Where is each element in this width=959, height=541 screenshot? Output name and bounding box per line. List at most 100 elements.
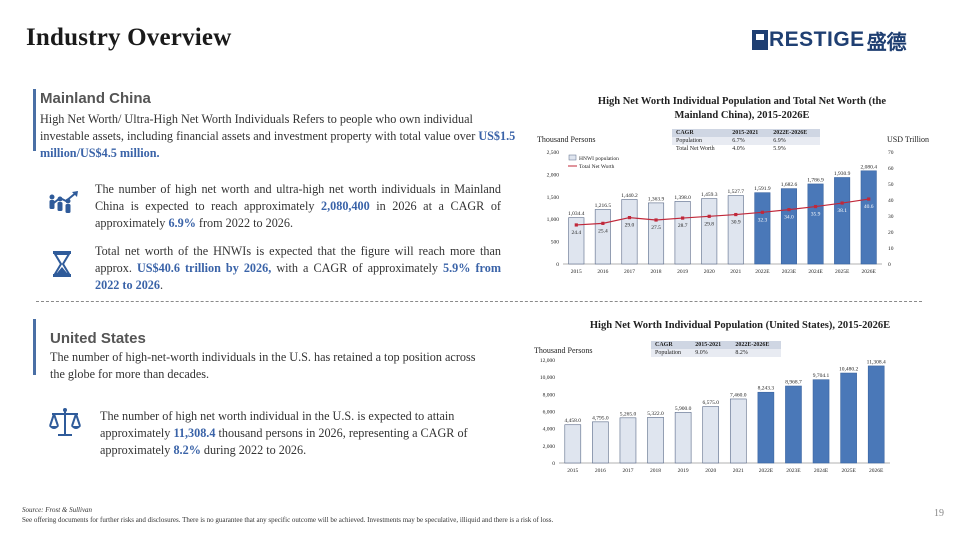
y-tick-label: 2,000	[547, 172, 560, 178]
bar-value-label: 2,080.4	[860, 164, 877, 170]
y-tick-label: 1,000	[547, 217, 560, 223]
bar	[564, 424, 582, 464]
net-worth-label: 25.4	[598, 228, 608, 234]
bar-value-label: 7,460.0	[730, 392, 747, 398]
bar	[840, 372, 857, 464]
x-tick-label: 2025E	[835, 269, 850, 275]
section-divider	[36, 301, 922, 302]
x-tick-label: 2025E	[841, 468, 856, 474]
bar	[594, 209, 611, 265]
x-tick-label: 2023E	[782, 269, 797, 275]
net-worth-marker	[760, 210, 764, 214]
x-tick-label: 2022E	[755, 269, 770, 275]
y-tick-label: 1,500	[547, 195, 560, 201]
cagr-header-cell: 2022E-2026E	[769, 129, 820, 137]
bar	[812, 379, 830, 464]
x-tick-label: 2020	[704, 269, 715, 275]
x-tick-label: 2019	[678, 468, 689, 474]
x-tick-label: 2026E	[862, 269, 877, 275]
x-tick-label: 2024E	[808, 269, 823, 275]
y2-tick-label: 70	[888, 150, 894, 156]
net-worth-label: 24.4	[571, 230, 581, 236]
bar	[727, 195, 744, 265]
y-tick-label: 0	[552, 461, 555, 467]
bar	[780, 188, 797, 265]
china-paragraph-2: Total net worth of the HNWIs is expected…	[95, 244, 501, 292]
section-accent-bar	[33, 89, 36, 151]
bar	[674, 412, 692, 464]
y-tick-label: 2,000	[543, 444, 556, 450]
cagr-header-cell: 2015-2021	[728, 129, 770, 137]
y2-tick-label: 50	[888, 182, 894, 188]
net-worth-label: 29.0	[625, 223, 635, 229]
bar-value-label: 1,786.9	[807, 177, 824, 183]
legend-swatch-population	[568, 154, 577, 161]
y2-tick-label: 30	[888, 214, 894, 220]
x-tick-label: 2026E	[869, 468, 884, 474]
bar	[785, 385, 802, 464]
net-worth-marker	[627, 216, 632, 220]
bar	[754, 192, 771, 265]
bar	[621, 199, 638, 265]
net-worth-label: 28.7	[678, 223, 688, 229]
page-title: Industry Overview	[26, 24, 232, 51]
y-tick-label: 8,000	[543, 392, 556, 398]
disclaimer: See offering documents for further risks…	[22, 516, 554, 524]
bar	[757, 391, 775, 464]
bar-value-label: 1,440.2	[621, 193, 638, 199]
bar	[702, 406, 720, 464]
net-worth-marker	[813, 204, 818, 209]
bar	[860, 170, 877, 265]
bar	[701, 198, 718, 265]
cagr-header-cell: CAGR	[672, 129, 729, 137]
net-worth-marker	[601, 221, 605, 225]
x-tick-label: 2017	[624, 269, 635, 275]
bar-value-label: 1,398.0	[674, 195, 691, 201]
bar-value-label: 1,363.9	[648, 196, 665, 202]
bar-value-label: 8,243.3	[758, 386, 775, 392]
y2-tick-label: 60	[888, 166, 894, 172]
bar	[592, 421, 609, 464]
china-intro: High Net Worth/ Ultra-High Net Worth Ind…	[40, 112, 516, 160]
bar-value-label: 1,459.3	[701, 192, 718, 198]
bar	[647, 417, 664, 464]
bar	[674, 201, 691, 265]
x-tick-label: 2021	[730, 269, 741, 275]
x-tick-label: 2021	[733, 468, 744, 474]
bar	[648, 202, 665, 265]
bar-value-label: 10,480.2	[839, 367, 859, 373]
population-growth-icon	[49, 191, 78, 213]
bar-value-label: 4,458.0	[565, 418, 582, 424]
x-tick-label: 2016	[597, 269, 608, 275]
y2-tick-label: 20	[888, 230, 894, 236]
y2-tick-label: 0	[888, 262, 891, 268]
bar-value-label: 1,527.7	[728, 189, 745, 195]
y-tick-label: 4,000	[543, 427, 556, 433]
china-section-title: Mainland China	[40, 90, 151, 107]
net-worth-marker	[574, 223, 578, 227]
x-tick-label: 2016	[595, 468, 606, 474]
net-worth-marker	[840, 201, 844, 205]
cagr-header-cell: CAGR	[651, 341, 692, 349]
bar	[867, 365, 885, 464]
net-worth-line	[576, 198, 869, 226]
net-worth-label: 27.5	[651, 225, 661, 231]
us-section-title: United States	[50, 330, 146, 347]
y-tick-label: 2,500	[547, 150, 560, 156]
y-tick-label: 500	[551, 240, 560, 246]
legend-label-networth: Total Net Worth	[579, 164, 615, 170]
bar-value-label: 1,034.4	[568, 211, 585, 217]
bar-value-label: 1,682.6	[781, 182, 798, 188]
y2-tick-label: 40	[888, 198, 894, 204]
logo-mark-icon	[752, 30, 768, 50]
bar-value-label: 4,795.0	[592, 415, 609, 421]
us-paragraph-1: The number of high net worth individual …	[100, 409, 468, 457]
source-note: Source: Frost & Sullivan	[22, 506, 93, 514]
bar-value-label: 8,968.7	[785, 380, 802, 386]
net-worth-marker	[654, 218, 658, 222]
net-worth-marker	[707, 214, 711, 218]
hourglass-icon	[53, 251, 71, 277]
scale-icon	[49, 408, 81, 436]
net-worth-marker	[734, 212, 738, 217]
x-tick-label: 2018	[651, 269, 662, 275]
